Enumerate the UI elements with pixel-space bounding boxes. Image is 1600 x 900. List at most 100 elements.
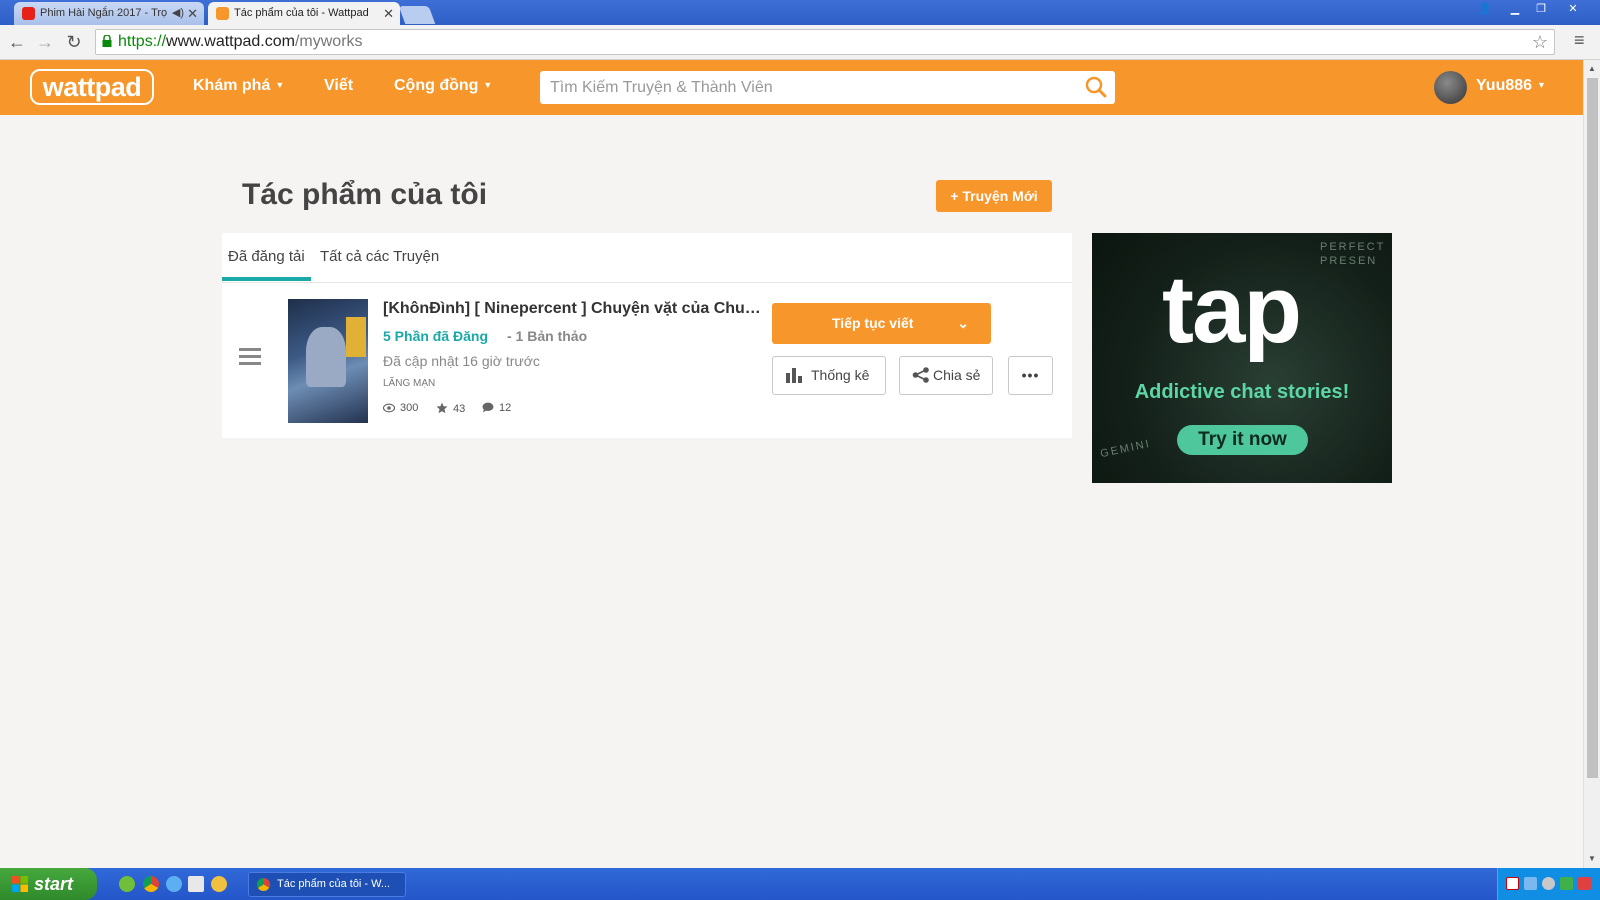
- username: Yuu886: [1476, 77, 1533, 94]
- start-button[interactable]: start: [0, 868, 97, 900]
- caret-down-icon: ▼: [483, 80, 493, 90]
- continue-writing-label: Tiếp tục viết: [832, 315, 914, 331]
- views-stat: 300: [382, 402, 419, 414]
- eye-icon: [382, 403, 396, 413]
- last-updated: Đã cập nhật 16 giờ trước: [383, 353, 540, 369]
- lock-icon: [102, 35, 112, 47]
- drag-handle-icon[interactable]: [239, 348, 261, 369]
- bar-chart-icon: [786, 368, 802, 383]
- tab-published[interactable]: Đã đăng tải: [222, 248, 311, 281]
- share-icon: [912, 367, 929, 383]
- ad-cta-button[interactable]: Try it now: [1177, 425, 1308, 455]
- address-toolbar: ← → ↻ https://www.wattpad.com/myworks ☆ …: [0, 25, 1600, 60]
- share-button[interactable]: Chia sẻ: [899, 356, 993, 395]
- nav-write[interactable]: Viết: [324, 77, 353, 95]
- taskbar-item-label: Tác phẩm của tôi - W...: [277, 878, 391, 890]
- caret-down-icon: ▼: [275, 80, 285, 90]
- system-tray: [1497, 868, 1600, 900]
- user-menu[interactable]: Yuu886 ▼: [1476, 77, 1546, 95]
- url-scheme: https://: [118, 33, 167, 50]
- close-window-icon[interactable]: ✕: [1560, 0, 1586, 18]
- url-host: www.wattpad.com: [166, 33, 295, 50]
- story-genre: Lãng mạn: [383, 378, 436, 389]
- browser-menu-icon[interactable]: ≡: [1574, 30, 1585, 51]
- search-icon[interactable]: [1085, 76, 1107, 98]
- nav-community[interactable]: Cộng đồng ▼: [394, 77, 492, 95]
- comments-count: 12: [499, 402, 512, 414]
- scroll-up-icon[interactable]: ▲: [1588, 64, 1596, 73]
- search-input[interactable]: [540, 71, 1060, 104]
- story-cover-image[interactable]: [288, 299, 368, 423]
- works-card: Đã đăng tải Tất cả các Truyện [KhônĐình]…: [222, 233, 1072, 438]
- works-tabs: Đã đăng tải Tất cả các Truyện: [222, 233, 1072, 283]
- browser-tab-strip: Phim Hài Ngắn 2017 - Trọ ◀) ✕ Tác phẩm c…: [0, 0, 1600, 25]
- bookmark-star-icon[interactable]: ☆: [1532, 30, 1548, 54]
- comments-stat: 12: [482, 402, 511, 414]
- ad-brand-logo: tap: [1162, 256, 1302, 363]
- url-path: /myworks: [294, 33, 363, 50]
- page-scrollbar[interactable]: ▲ ▼: [1583, 60, 1600, 868]
- network-icon[interactable]: [1524, 877, 1537, 890]
- quicklaunch-app-icon[interactable]: [119, 876, 135, 892]
- comment-icon: [482, 402, 494, 413]
- restore-window-icon[interactable]: ❐: [1528, 0, 1554, 18]
- windows-logo-icon: [12, 876, 28, 892]
- tray-app-icon[interactable]: [1542, 877, 1555, 890]
- star-icon: [436, 402, 448, 414]
- wattpad-favicon-icon: [216, 7, 229, 20]
- stats-label: Thống kê: [811, 367, 870, 383]
- nav-explore-label: Khám phá: [193, 77, 271, 94]
- media-player-icon[interactable]: [211, 876, 227, 892]
- chevron-down-icon[interactable]: ⌄: [957, 303, 969, 344]
- chrome-icon: [257, 878, 270, 891]
- quicklaunch-app-icon[interactable]: [188, 876, 204, 892]
- close-tab-icon[interactable]: ✕: [187, 2, 198, 25]
- new-tab-button[interactable]: [398, 6, 436, 24]
- user-profile-icon[interactable]: 👤: [1472, 0, 1498, 18]
- share-label: Chia sẻ: [933, 367, 981, 383]
- tab-title: Phim Hài Ngắn 2017 - Trọ: [40, 7, 168, 19]
- minimize-window-icon[interactable]: ▁: [1502, 0, 1528, 18]
- forward-icon[interactable]: →: [34, 31, 56, 53]
- nav-explore[interactable]: Khám phá ▼: [193, 77, 284, 95]
- ad-decoration: PRESEN: [1320, 255, 1378, 267]
- continue-writing-button[interactable]: Tiếp tục viết ⌄: [772, 303, 991, 344]
- new-story-button[interactable]: + Truyện Mới: [936, 180, 1052, 212]
- unikey-icon[interactable]: [1506, 877, 1519, 890]
- avatar[interactable]: [1434, 71, 1467, 104]
- url-bar[interactable]: https://www.wattpad.com/myworks ☆: [95, 29, 1555, 55]
- reload-icon[interactable]: ↻: [63, 31, 85, 53]
- parts-published[interactable]: 5 Phần đã Đăng: [383, 328, 488, 344]
- ad-tagline: Addictive chat stories!: [1134, 381, 1350, 403]
- ad-decoration: PERFECT: [1320, 241, 1386, 253]
- more-options-button[interactable]: •••: [1008, 356, 1053, 395]
- drafts-count[interactable]: - 1 Bản thảo: [507, 328, 587, 344]
- close-tab-icon[interactable]: ✕: [383, 2, 394, 25]
- security-shield-icon[interactable]: [1560, 877, 1573, 890]
- browser-tab-wattpad[interactable]: Tác phẩm của tôi - Wattpad ✕: [208, 2, 400, 25]
- start-label: start: [34, 874, 74, 894]
- chrome-icon[interactable]: [143, 876, 159, 892]
- volume-icon[interactable]: [1578, 877, 1591, 890]
- search-box: [540, 71, 1115, 104]
- windows-taskbar: start Tác phẩm của tôi - W...: [0, 868, 1600, 900]
- tab-all-stories[interactable]: Tất cả các Truyện: [320, 248, 439, 265]
- tap-advertisement[interactable]: PERFECT PRESEN GEMINI tap Addictive chat…: [1092, 233, 1392, 483]
- browser-tab-youtube[interactable]: Phim Hài Ngắn 2017 - Trọ ◀) ✕: [14, 2, 204, 25]
- speaker-icon[interactable]: ◀): [172, 2, 184, 25]
- back-icon[interactable]: ←: [6, 31, 28, 53]
- scroll-down-icon[interactable]: ▼: [1588, 854, 1596, 863]
- story-title[interactable]: [KhônĐình] [ Ninepercent ] Chuyện vặt củ…: [383, 300, 763, 318]
- votes-stat: 43: [436, 402, 465, 415]
- wattpad-logo[interactable]: wattpad: [30, 69, 154, 105]
- taskbar-chrome-window[interactable]: Tác phẩm của tôi - W...: [248, 872, 406, 897]
- stats-button[interactable]: Thống kê: [772, 356, 886, 395]
- site-header: wattpad Khám phá ▼ Viết Cộng đồng ▼ Yuu886…: [0, 60, 1583, 115]
- ie-icon[interactable]: [166, 876, 182, 892]
- caret-down-icon: ▼: [1537, 80, 1546, 90]
- votes-count: 43: [453, 403, 466, 415]
- tab-title: Tác phẩm của tôi - Wattpad: [234, 7, 369, 19]
- youtube-icon: [22, 7, 35, 20]
- views-count: 300: [400, 402, 419, 414]
- scrollbar-thumb[interactable]: [1587, 78, 1598, 778]
